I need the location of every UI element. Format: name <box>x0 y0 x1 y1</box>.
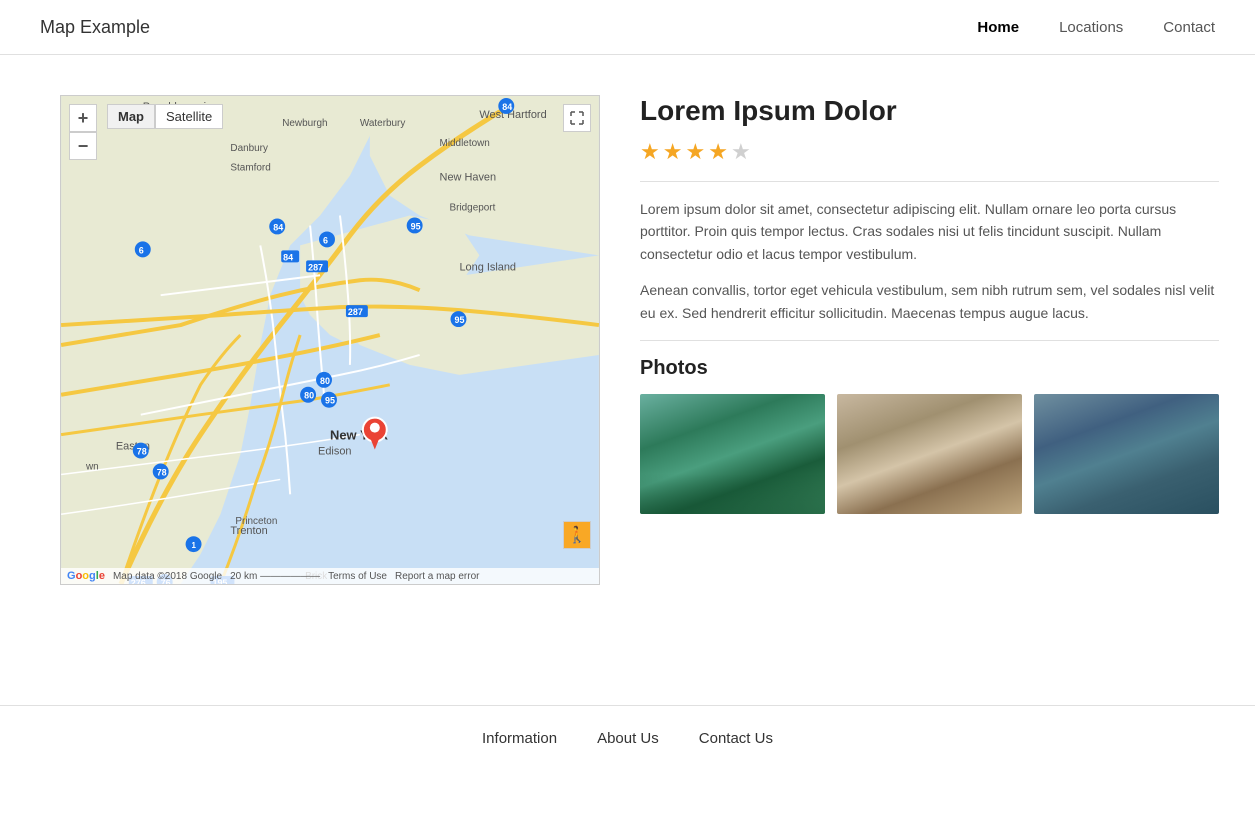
footer-link-information[interactable]: Information <box>482 730 557 747</box>
map-terms-link[interactable]: Terms of Use <box>328 571 387 582</box>
svg-text:Edison: Edison <box>318 446 351 458</box>
map-footer: Google Map data ©2018 Google 20 km —————… <box>61 568 599 584</box>
star-5: ★ <box>731 139 751 165</box>
photo-1[interactable] <box>640 394 825 514</box>
photo-3[interactable] <box>1034 394 1219 514</box>
info-paragraph-2: Aenean convallis, tortor eget vehicula v… <box>640 279 1219 324</box>
svg-text:Stamford: Stamford <box>230 163 270 174</box>
svg-text:Middletown: Middletown <box>440 138 490 149</box>
map-type-satellite-button[interactable]: Satellite <box>155 104 223 129</box>
svg-text:287: 287 <box>308 262 323 272</box>
star-4: ★ <box>708 139 728 165</box>
footer: Information About Us Contact Us <box>0 705 1255 771</box>
star-3: ★ <box>685 139 705 165</box>
svg-text:New Haven: New Haven <box>440 172 497 184</box>
svg-text:78: 78 <box>157 467 167 477</box>
nav-contact[interactable]: Contact <box>1163 19 1215 36</box>
nav-links: Home Locations Contact <box>977 19 1215 36</box>
map-type-map-button[interactable]: Map <box>107 104 155 129</box>
map-type-controls: Map Satellite <box>107 104 223 129</box>
footer-link-about[interactable]: About Us <box>597 730 659 747</box>
svg-text:84: 84 <box>273 222 283 232</box>
divider-1 <box>640 181 1219 182</box>
svg-text:6: 6 <box>139 245 144 255</box>
svg-text:95: 95 <box>325 396 335 406</box>
star-2: ★ <box>663 139 683 165</box>
svg-text:78: 78 <box>137 447 147 457</box>
nav-locations[interactable]: Locations <box>1059 19 1123 36</box>
svg-text:6: 6 <box>323 235 328 245</box>
map-streetview-button[interactable]: 🚶 <box>563 521 591 549</box>
zoom-out-button[interactable]: − <box>69 132 97 160</box>
svg-text:80: 80 <box>320 376 330 386</box>
svg-text:287: 287 <box>348 307 363 317</box>
map-report-link[interactable]: Report a map error <box>395 571 479 582</box>
info-area: Lorem Ipsum Dolor ★ ★ ★ ★ ★ Lorem ipsum … <box>640 95 1219 585</box>
google-logo: Google <box>67 570 105 582</box>
navbar: Map Example Home Locations Contact <box>0 0 1255 55</box>
star-rating: ★ ★ ★ ★ ★ <box>640 139 1219 165</box>
svg-text:95: 95 <box>454 315 464 325</box>
svg-text:1: 1 <box>192 541 197 550</box>
svg-text:West Hartford: West Hartford <box>479 109 546 121</box>
svg-text:80: 80 <box>304 391 314 401</box>
photos-title: Photos <box>640 357 1219 380</box>
svg-text:95: 95 <box>411 221 421 231</box>
map-zoom-controls: + − <box>69 104 97 160</box>
svg-text:Danbury: Danbury <box>230 143 268 154</box>
info-paragraph-1: Lorem ipsum dolor sit amet, consectetur … <box>640 198 1219 265</box>
footer-link-contact[interactable]: Contact Us <box>699 730 773 747</box>
person-icon: 🚶 <box>567 525 587 545</box>
photo-2[interactable] <box>837 394 1022 514</box>
zoom-in-button[interactable]: + <box>69 104 97 132</box>
info-title: Lorem Ipsum Dolor <box>640 95 1219 127</box>
star-1: ★ <box>640 139 660 165</box>
map-expand-button[interactable] <box>563 104 591 132</box>
photos-grid <box>640 394 1219 514</box>
main-content: Poughkeepsie Newburgh Waterbury West Har… <box>0 55 1255 625</box>
app-logo: Map Example <box>40 17 150 38</box>
svg-text:wn: wn <box>85 461 99 472</box>
map-view[interactable]: Poughkeepsie Newburgh Waterbury West Har… <box>61 96 599 584</box>
divider-2 <box>640 340 1219 341</box>
svg-text:Long Island: Long Island <box>459 261 516 273</box>
svg-text:Bridgeport: Bridgeport <box>450 203 496 214</box>
map-container: Poughkeepsie Newburgh Waterbury West Har… <box>60 95 600 585</box>
svg-text:84: 84 <box>502 102 512 112</box>
svg-text:84: 84 <box>283 252 293 262</box>
svg-text:Waterbury: Waterbury <box>360 118 405 129</box>
map-data-text: Map data ©2018 Google <box>113 571 222 582</box>
svg-text:Newburgh: Newburgh <box>282 118 327 129</box>
svg-text:Princeton: Princeton <box>235 516 277 527</box>
nav-home[interactable]: Home <box>977 19 1019 36</box>
map-scale-bar: 20 km —————— <box>230 571 320 582</box>
